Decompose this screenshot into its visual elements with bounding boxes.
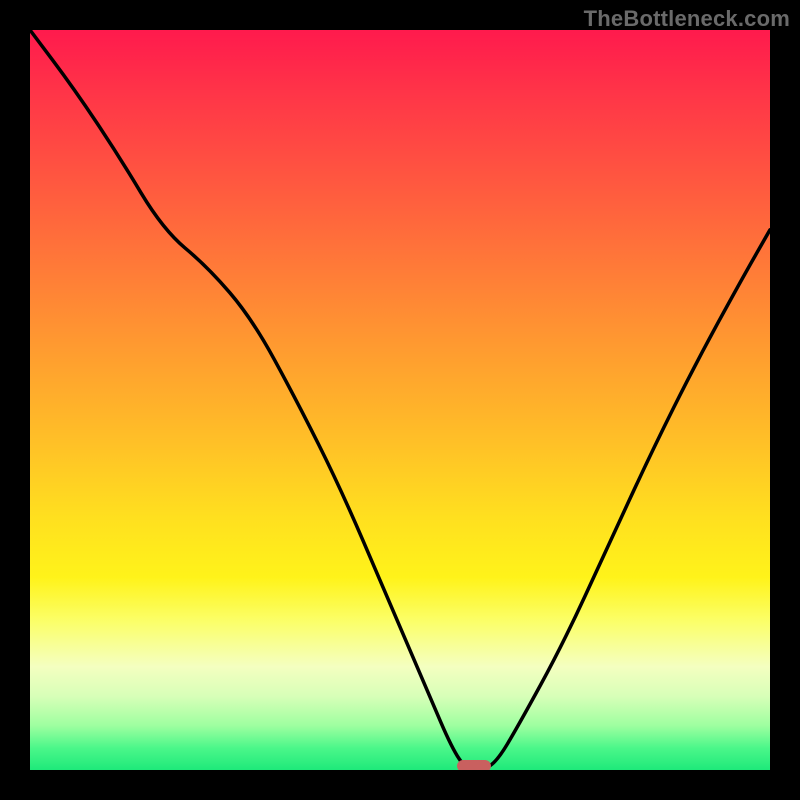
watermark-label: TheBottleneck.com [584,6,790,32]
plot-area [30,30,770,770]
bottleneck-curve [30,30,770,770]
chart-frame: TheBottleneck.com [0,0,800,800]
minimum-marker [457,760,491,770]
curve-svg [30,30,770,770]
